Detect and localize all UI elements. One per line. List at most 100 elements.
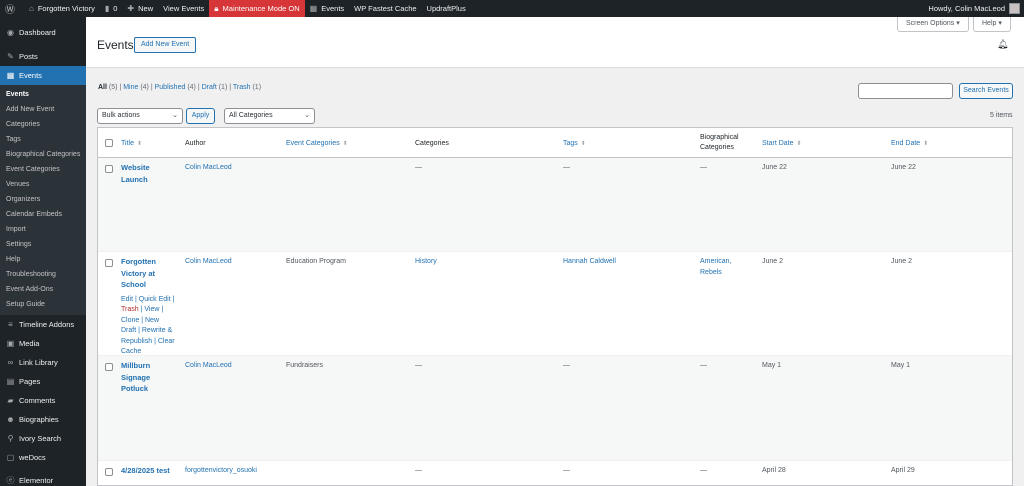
submenu-biographical-categories[interactable]: Biographical Categories	[0, 147, 86, 162]
comments-link[interactable]: ▮ 0	[100, 0, 123, 17]
category-filter-select[interactable]: All Categories ⌄	[224, 108, 315, 124]
events-table: Title ⬍ Author Event Categories ⬍ Categori…	[97, 127, 1013, 486]
bio-categories-cell[interactable]: American, Rebels	[700, 257, 732, 278]
author-link[interactable]: Colin MacLeod	[185, 361, 232, 372]
menu-wedocs[interactable]: ▢ weDocs	[0, 448, 86, 467]
column-start-date[interactable]: Start Date ⬍	[762, 128, 802, 158]
table-row: Forgotten Victory at School Edit | Quick E…	[98, 252, 1012, 358]
sort-icon: ⬍	[923, 140, 929, 147]
menu-timeline-addons[interactable]: ≡ Timeline Addons	[0, 315, 86, 334]
row-actions-line[interactable]: Republish | Clear	[121, 338, 175, 345]
submenu-setup-guide[interactable]: Setup Guide	[0, 297, 86, 312]
table-row: Website Launch Colin MacLeod — — — June 2…	[98, 158, 1012, 252]
site-name-link[interactable]: ⌂ Forgotten Victory	[24, 0, 100, 17]
menu-media[interactable]: ▣ Media	[0, 334, 86, 353]
new-content-link[interactable]: ✚ New	[122, 0, 158, 17]
start-date-cell: April 28	[762, 467, 786, 474]
submenu-categories[interactable]: Categories	[0, 117, 86, 132]
wp-fastest-cache-link[interactable]: WP Fastest Cache	[349, 0, 421, 17]
view-events-link[interactable]: View Events	[158, 0, 209, 17]
screen-options-button[interactable]: Screen Options ▾	[897, 17, 969, 32]
column-tags[interactable]: Tags ⬍	[563, 128, 586, 158]
view-link[interactable]: | View |	[139, 306, 164, 313]
maintenance-mode-link[interactable]: 🔒︎ Maintenance Mode ON	[209, 0, 305, 17]
start-date-cell: May 1	[762, 362, 782, 369]
menu-pages[interactable]: ▤ Pages	[0, 372, 86, 391]
apply-button[interactable]: Apply	[186, 108, 215, 124]
menu-events[interactable]: ▦ Events	[0, 66, 86, 85]
row-checkbox[interactable]	[105, 259, 113, 267]
chevron-down-icon: ⌄	[304, 112, 310, 119]
table-row: Millburn Signage Potluck Colin MacLeod Fun…	[98, 356, 1012, 461]
menu-comments[interactable]: ▰ Comments	[0, 391, 86, 410]
bell-icon[interactable]: 🔔︎	[997, 39, 1008, 50]
submenu-help[interactable]: Help	[0, 252, 86, 267]
column-title[interactable]: Title ⬍	[121, 128, 142, 158]
docs-icon: ▢	[6, 453, 15, 462]
menu-elementor[interactable]: ⓔ Elementor	[0, 471, 86, 486]
category-link[interactable]: History	[415, 257, 437, 268]
filter-trash[interactable]: Trash (1)	[233, 84, 261, 91]
submenu-event-categories[interactable]: Event Categories	[0, 162, 86, 177]
filter-published[interactable]: Published (4)	[155, 84, 196, 91]
search-input[interactable]	[858, 83, 953, 99]
submenu-calendar-embeds[interactable]: Calendar Embeds	[0, 207, 86, 222]
submenu-settings[interactable]: Settings	[0, 237, 86, 252]
menu-biographies[interactable]: ☻ Biographies	[0, 410, 86, 429]
author-link[interactable]: forgottenvictory_osuoki	[185, 466, 257, 477]
row-actions-line[interactable]: Edit | Quick Edit |	[121, 296, 174, 303]
wordpress-logo-icon[interactable]: Ⓦ	[0, 0, 24, 17]
event-title-link[interactable]: 4/28/2025 test	[121, 466, 170, 475]
filter-mine[interactable]: Mine (4)	[123, 84, 149, 91]
menu-ivory-search[interactable]: ⚲ Ivory Search	[0, 429, 86, 448]
column-event-categories[interactable]: Event Categories ⬍	[286, 128, 348, 158]
tag-link[interactable]: Hannah Caldwell	[563, 257, 616, 268]
author-link[interactable]: Colin MacLeod	[185, 163, 232, 174]
updraftplus-link[interactable]: UpdraftPlus	[422, 0, 471, 17]
pages-icon: ▤	[6, 377, 15, 386]
search-events-button[interactable]: Search Events	[959, 83, 1013, 99]
event-title-link[interactable]: Millburn Signage Potluck	[121, 361, 150, 393]
row-actions-line[interactable]: Draft | Rewrite &	[121, 327, 172, 334]
plus-icon: ✚	[127, 4, 135, 13]
select-all-checkbox[interactable]	[105, 139, 113, 147]
row-checkbox[interactable]	[105, 468, 113, 476]
filter-draft[interactable]: Draft (1)	[202, 84, 228, 91]
submenu-venues[interactable]: Venues	[0, 177, 86, 192]
column-end-date[interactable]: End Date ⬍	[891, 128, 928, 158]
row-actions: Edit | Quick Edit | Trash | View | Clone…	[121, 295, 181, 358]
admin-bar: Ⓦ ⌂ Forgotten Victory ▮ 0 ✚ New View Events…	[0, 0, 1024, 17]
bulk-actions-select[interactable]: Bulk actions ⌄	[97, 108, 183, 124]
admin-sidebar: ◉ Dashboard ✎ Posts ▦ Events Events Add New…	[0, 17, 86, 486]
help-button[interactable]: Help ▾	[973, 17, 1011, 32]
menu-dashboard[interactable]: ◉ Dashboard	[0, 23, 86, 42]
calendar-icon: ▦	[309, 4, 318, 13]
row-checkbox[interactable]	[105, 165, 113, 173]
search-icon: ⚲	[7, 434, 14, 443]
author-link[interactable]: Colin MacLeod	[185, 257, 232, 268]
filter-all[interactable]: All (5)	[98, 84, 117, 91]
bio-categories-cell: —	[700, 164, 707, 171]
row-actions-line[interactable]: Cache	[121, 348, 141, 355]
end-date-cell: June 22	[891, 164, 916, 171]
submenu-troubleshooting[interactable]: Troubleshooting	[0, 267, 86, 282]
trash-link[interactable]: Trash	[121, 306, 139, 313]
row-actions-line[interactable]: Clone | New	[121, 317, 159, 324]
submenu-add-new-event[interactable]: Add New Event	[0, 102, 86, 117]
add-new-event-button[interactable]: Add New Event	[134, 37, 197, 53]
events-link[interactable]: ▦ Events	[305, 0, 350, 17]
submenu-organizers[interactable]: Organizers	[0, 192, 86, 207]
row-checkbox[interactable]	[105, 363, 113, 371]
page-header: Events Add New Event Screen Options ▾ He…	[86, 17, 1024, 68]
elementor-icon: ⓔ	[6, 476, 15, 485]
submenu-tags[interactable]: Tags	[0, 132, 86, 147]
submenu-import[interactable]: Import	[0, 222, 86, 237]
submenu-events[interactable]: Events	[0, 87, 86, 102]
my-account-link[interactable]: Howdy, Colin MacLeod	[923, 0, 1024, 17]
menu-link-library[interactable]: ∞ Link Library	[0, 353, 86, 372]
menu-posts[interactable]: ✎ Posts	[0, 47, 86, 66]
event-title-link[interactable]: Forgotten Victory at School	[121, 257, 156, 289]
submenu-event-add-ons[interactable]: Event Add-Ons	[0, 282, 86, 297]
event-title-link[interactable]: Website Launch	[121, 163, 150, 184]
items-count: 5 items	[990, 112, 1013, 119]
